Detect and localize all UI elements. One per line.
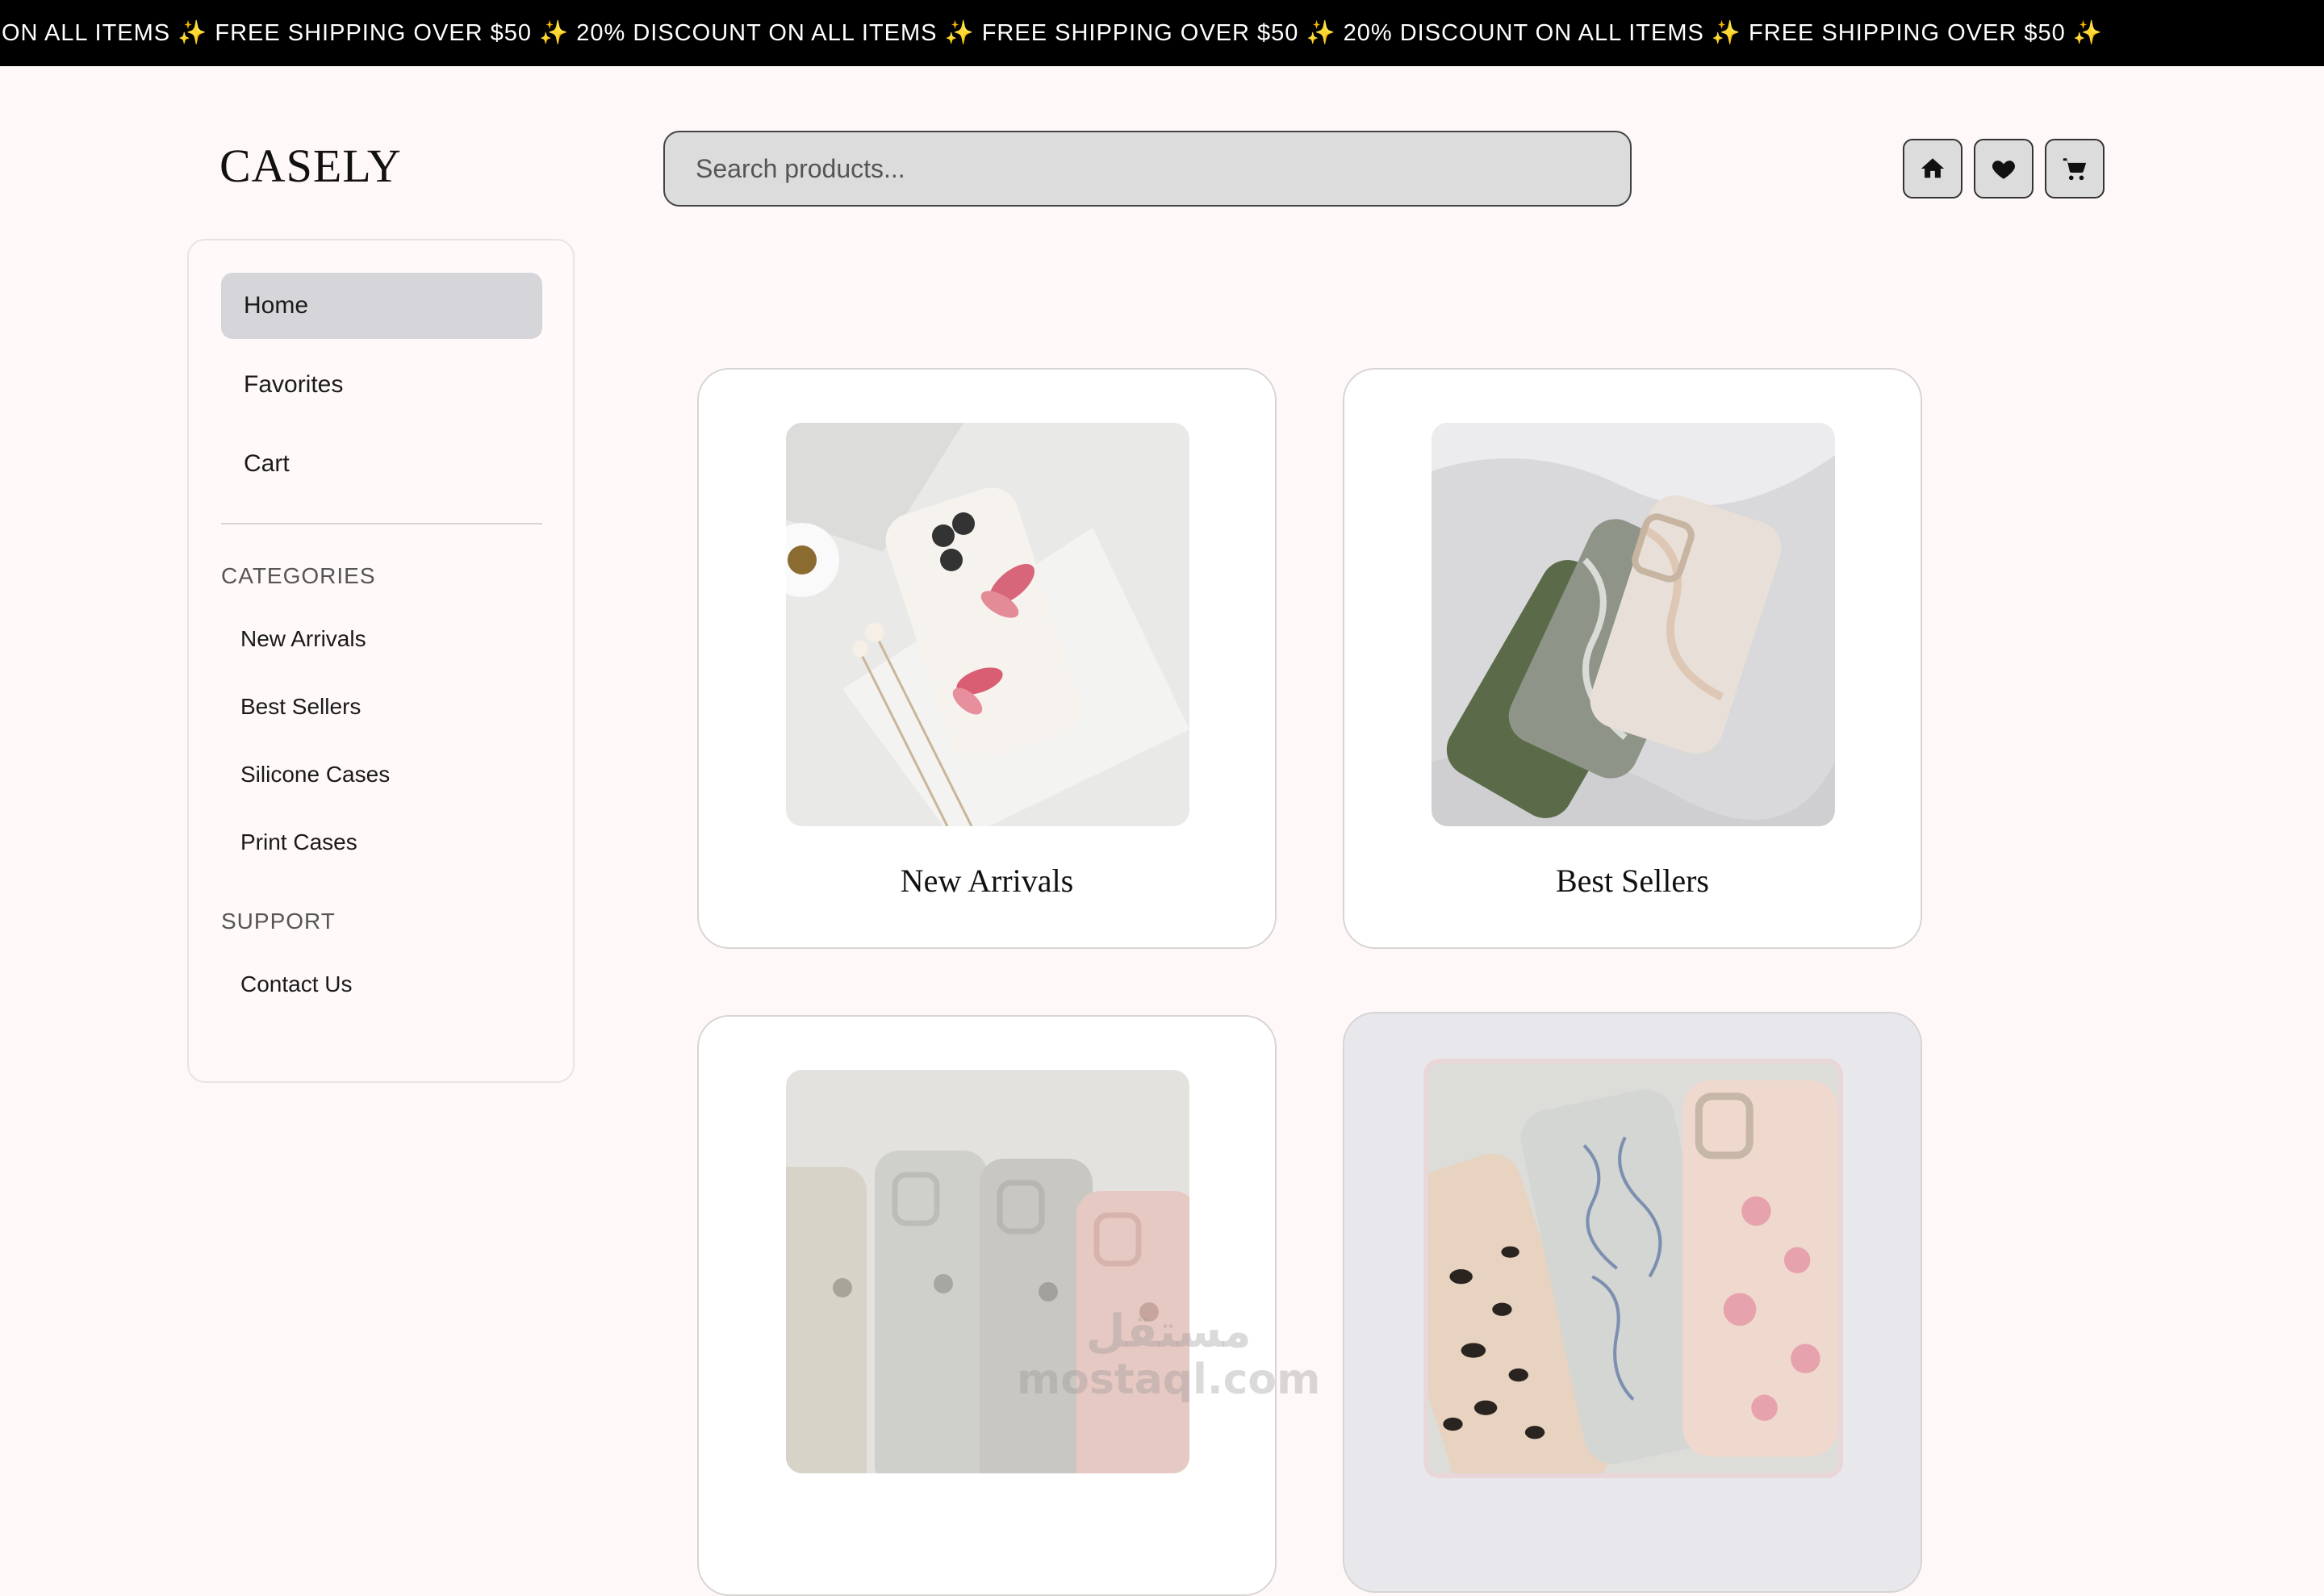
sidebar-divider (221, 523, 542, 524)
card-image (786, 423, 1189, 826)
support-contact-us[interactable]: Contact Us (240, 971, 353, 997)
sidebar-item-label: Favorites (244, 371, 344, 398)
cart-button[interactable] (2045, 139, 2105, 198)
promo-banner: ON ALL ITEMS ✨ FREE SHIPPING OVER $50 ✨ … (0, 0, 2324, 66)
category-new-arrivals[interactable]: New Arrivals (240, 626, 366, 652)
home-icon (1921, 158, 1945, 178)
category-card-print-cases[interactable] (1343, 1012, 1922, 1593)
marble-phone-cases-image (1432, 423, 1835, 826)
sidebar-item-home[interactable]: Home (221, 273, 542, 339)
sidebar-item-cart[interactable]: Cart (221, 431, 542, 497)
categories-heading: CATEGORIES (221, 563, 376, 588)
card-title: New Arrivals (900, 863, 1074, 899)
sidebar-item-favorites[interactable]: Favorites (221, 352, 542, 418)
print-phone-cases-image (1428, 1063, 1838, 1473)
sidebar: Home Favorites Cart CATEGORIES New Arriv… (187, 239, 575, 1083)
card-title: Best Sellers (1556, 863, 1709, 899)
search-input[interactable] (663, 131, 1632, 207)
card-image (1432, 423, 1835, 826)
cart-icon (2063, 158, 2087, 181)
promo-banner-text: ON ALL ITEMS ✨ FREE SHIPPING OVER $50 ✨ … (2, 20, 2103, 46)
floral-phone-case-image (786, 423, 1189, 826)
category-card-new-arrivals[interactable]: New Arrivals (697, 368, 1277, 949)
category-silicone-cases[interactable]: Silicone Cases (240, 762, 390, 788)
category-best-sellers[interactable]: Best Sellers (240, 694, 361, 720)
favorites-button[interactable] (1974, 139, 2034, 198)
sidebar-item-label: Cart (244, 450, 290, 477)
sidebar-item-label: Home (244, 292, 309, 319)
card-image (786, 1070, 1189, 1473)
heart-icon (1992, 161, 2015, 179)
watermark: مستقل mostaql.com (1017, 1307, 1320, 1403)
card-image (1423, 1059, 1843, 1478)
home-button[interactable] (1903, 139, 1962, 198)
category-card-best-sellers[interactable]: Best Sellers (1343, 368, 1922, 949)
support-heading: SUPPORT (221, 909, 336, 934)
category-print-cases[interactable]: Print Cases (240, 829, 357, 855)
watermark-url: mostaql.com (1017, 1355, 1321, 1404)
watermark-arabic: مستقل (1085, 1306, 1252, 1358)
silicone-phone-cases-image (786, 1070, 1189, 1473)
site-logo[interactable]: CASELY (219, 139, 402, 193)
